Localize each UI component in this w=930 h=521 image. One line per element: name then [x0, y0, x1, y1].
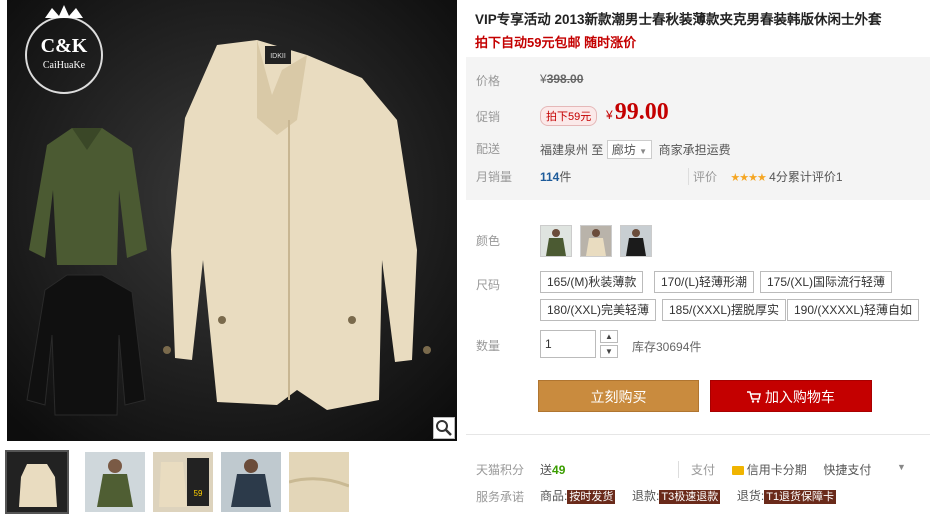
- current-price: ¥99.00: [606, 99, 669, 125]
- size-option[interactable]: 185/(XXXL)摆脱厚实: [662, 299, 787, 321]
- credit-card-icon: [731, 466, 744, 475]
- thumbnail[interactable]: [85, 452, 145, 512]
- size-option[interactable]: 175/(XL)国际流行轻薄: [760, 271, 893, 293]
- payment-methods: 支付 信用卡分期 快捷支付: [678, 461, 871, 478]
- shipping-info: 福建泉州 至 廊坊 ▼ 商家承担运费: [540, 140, 731, 159]
- points-value: 送49: [540, 463, 566, 477]
- rating-summary: 评价 ★★★★ 4分累计评价1: [688, 168, 843, 185]
- price-block: 价格 ¥398.00 促销 拍下59元 ¥99.00 配送 福建泉州 至 廊坊 …: [466, 57, 930, 200]
- zoom-button[interactable]: [433, 417, 455, 439]
- thumbnail[interactable]: [221, 452, 281, 512]
- color-label: 颜色: [476, 234, 501, 248]
- shipping-label: 配送: [476, 142, 501, 156]
- promo-tag: 拍下59元: [540, 106, 598, 126]
- monthly-sales: 114件: [540, 170, 572, 184]
- product-subtitle: 拍下自动59元包邮 随时涨价: [475, 35, 637, 50]
- size-option[interactable]: 180/(XXL)完美轻薄: [540, 299, 657, 321]
- svg-text:CaiHuaKe: CaiHuaKe: [43, 60, 86, 71]
- thumbnail[interactable]: 59: [153, 452, 213, 512]
- chevron-down-icon: ▼: [897, 462, 906, 472]
- credit-installment-link[interactable]: 信用卡分期: [747, 463, 807, 477]
- return-guarantee-badge[interactable]: T1退货保障卡: [764, 490, 837, 504]
- stock-count: 库存30694件: [632, 340, 702, 354]
- magnifier-icon: [436, 420, 452, 436]
- quantity-input[interactable]: [540, 330, 596, 358]
- add-to-cart-button[interactable]: 加入购物车: [710, 380, 872, 412]
- color-swatch-black[interactable]: [620, 225, 652, 257]
- fast-refund-badge[interactable]: T3极速退款: [659, 490, 721, 504]
- svg-text:59: 59: [194, 489, 203, 498]
- product-title: VIP专享活动 2013新款潮男士春秋装薄款夹克男春装韩版休闲士外套: [475, 12, 882, 27]
- quantity-increase-button[interactable]: ▲: [600, 330, 618, 343]
- thumbnail[interactable]: [289, 452, 349, 512]
- price-label: 价格: [476, 74, 501, 88]
- expand-payment-button[interactable]: ▼: [897, 462, 906, 472]
- points-label: 天猫积分: [476, 463, 525, 477]
- color-swatch-khaki[interactable]: [580, 225, 612, 257]
- chevron-up-icon: ▲: [605, 332, 613, 341]
- quick-pay-link[interactable]: 快捷支付: [823, 463, 871, 477]
- destination-city-select[interactable]: 廊坊 ▼: [606, 140, 652, 159]
- cart-icon: [747, 389, 765, 405]
- quantity-label: 数量: [476, 339, 501, 353]
- ontime-delivery-badge[interactable]: 按时发货: [567, 490, 616, 504]
- size-option[interactable]: 165/(M)秋装薄款: [540, 271, 644, 293]
- brand-logo-text: C&K: [41, 35, 88, 57]
- product-info-panel: VIP专享活动 2013新款潮男士春秋装薄款夹克男春装韩版休闲士外套 拍下自动5…: [466, 0, 930, 521]
- size-label: 尺码: [476, 278, 501, 292]
- review-link[interactable]: 4分累计评价1: [769, 170, 842, 184]
- chevron-down-icon: ▼: [639, 147, 647, 156]
- service-guarantees: 商品: 按时发货 退款: T3极速退款 退货: T1退货保障卡: [540, 489, 837, 504]
- chevron-down-icon: ▼: [605, 347, 613, 356]
- promo-label: 促销: [476, 110, 501, 124]
- buy-now-button[interactable]: 立刻购买: [538, 380, 699, 412]
- image-gallery: IDKII C&K CaiHuaKe 59: [5, 0, 457, 521]
- monthly-sales-label: 月销量: [476, 170, 513, 184]
- color-swatch-army-green[interactable]: [540, 225, 572, 257]
- size-option[interactable]: 190/(XXXXL)轻薄自如: [787, 299, 920, 321]
- star-rating-icon: ★★★★: [730, 172, 766, 184]
- thumbnail[interactable]: [5, 450, 69, 514]
- svg-text:IDKII: IDKII: [270, 53, 286, 60]
- service-label: 服务承诺: [476, 490, 525, 504]
- size-option[interactable]: 170/(L)轻薄形潮: [654, 271, 755, 293]
- divider: [466, 434, 930, 435]
- original-price: ¥398.00: [540, 72, 584, 86]
- jacket-photo: IDKII C&K CaiHuaKe: [7, 0, 457, 441]
- main-product-image[interactable]: IDKII C&K CaiHuaKe: [7, 0, 457, 441]
- quantity-decrease-button[interactable]: ▼: [600, 345, 618, 358]
